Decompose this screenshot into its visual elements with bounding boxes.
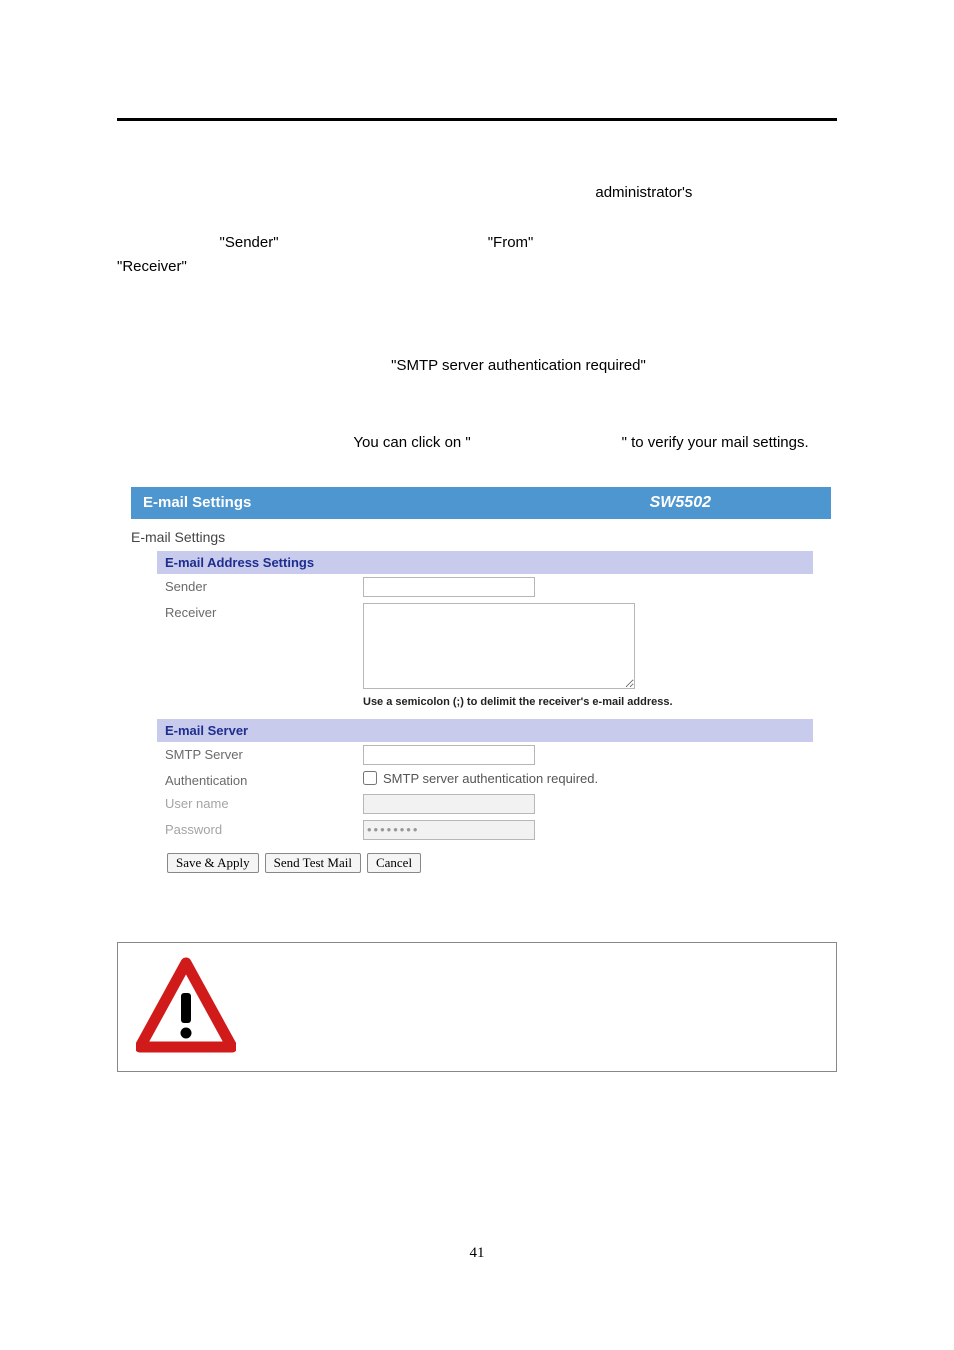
model-label: SW5502 — [650, 494, 711, 512]
paragraph-1: xxxx xxxx xxxx xxxx xxxx xxxx xxxx xxxx … — [117, 181, 837, 305]
section-title: E-mail Settings — [131, 527, 819, 551]
warning-icon — [136, 957, 236, 1057]
send-test-mail-button[interactable]: Send Test Mail — [265, 853, 361, 873]
sender-input[interactable] — [363, 577, 535, 597]
receiver-hint: Use a semicolon (;) to delimit the recei… — [363, 692, 813, 708]
cancel-button[interactable]: Cancel — [367, 853, 421, 873]
attention-box — [117, 942, 837, 1072]
text-from-quoted: "From" — [488, 234, 534, 251]
username-label: User name — [165, 794, 363, 811]
smtp-input[interactable] — [363, 745, 535, 765]
text-smtp-auth-req: "SMTP server authentication required" — [391, 357, 646, 374]
figure-email-settings: E-mail Settings SW5502 E-mail Settings E… — [130, 486, 832, 888]
receiver-textarea[interactable] — [363, 603, 635, 689]
panel-title: E-mail Settings — [143, 494, 251, 511]
paragraph-3: xxxxxxxxxxxxxxxxxxxxxxxxxxxxxxx You can … — [117, 431, 837, 456]
auth-checkbox[interactable] — [363, 771, 377, 785]
username-input — [363, 794, 535, 814]
receiver-label: Receiver — [165, 603, 363, 620]
save-apply-button[interactable]: Save & Apply — [167, 853, 259, 873]
server-header: E-mail Server — [157, 719, 813, 742]
auth-checkbox-text: SMTP server authentication required. — [383, 771, 598, 786]
addr-header: E-mail Address Settings — [157, 551, 813, 574]
password-input — [363, 820, 535, 840]
text-sender-quoted: "Sender" — [220, 234, 279, 251]
auth-label: Authentication — [165, 771, 363, 788]
text-verify: " to verify your mail settings. — [622, 434, 809, 451]
text-receiver-quoted: "Receiver" — [117, 258, 187, 275]
text-click-on: You can click on " — [353, 434, 470, 451]
smtp-label: SMTP Server — [165, 745, 363, 762]
password-label: Password — [165, 820, 363, 837]
text-administrators: administrator's — [595, 184, 692, 201]
page-number: 41 — [0, 1245, 954, 1262]
sender-label: Sender — [165, 577, 363, 594]
auth-checkbox-label[interactable]: SMTP server authentication required. — [363, 771, 813, 786]
panel-header: E-mail Settings SW5502 — [131, 487, 831, 519]
paragraph-2: xxxxxxxxxxxxxxxxxxxxxxxx xxxxxxxxxxxxxxx… — [117, 329, 837, 403]
